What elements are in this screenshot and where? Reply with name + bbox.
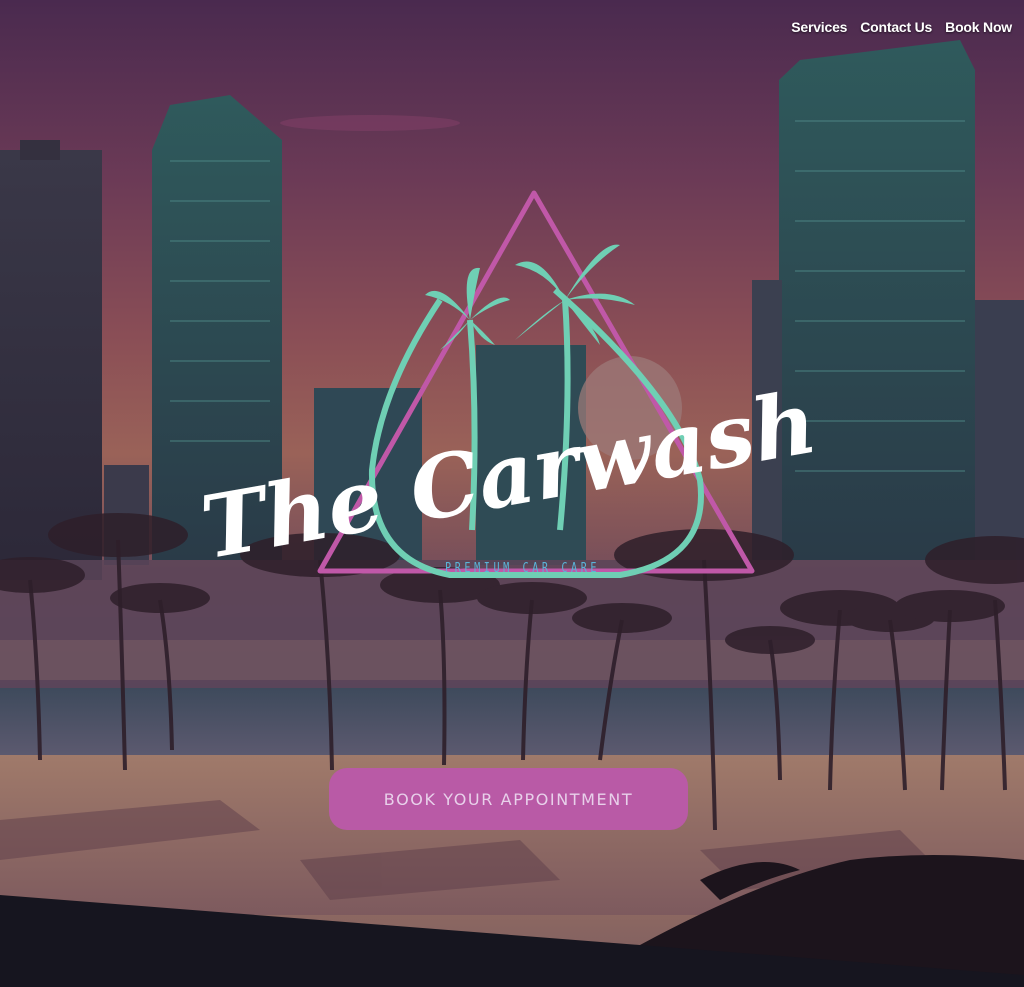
logo: The Carwash bbox=[194, 190, 824, 579]
hero-section: Services Contact Us Book Now The Carwash… bbox=[0, 0, 1024, 987]
logo-title: The Carwash bbox=[194, 372, 823, 579]
logo-tagline: PREMIUM CAR CARE bbox=[445, 561, 601, 576]
book-appointment-button[interactable]: BOOK YOUR APPOINTMENT bbox=[329, 768, 688, 830]
